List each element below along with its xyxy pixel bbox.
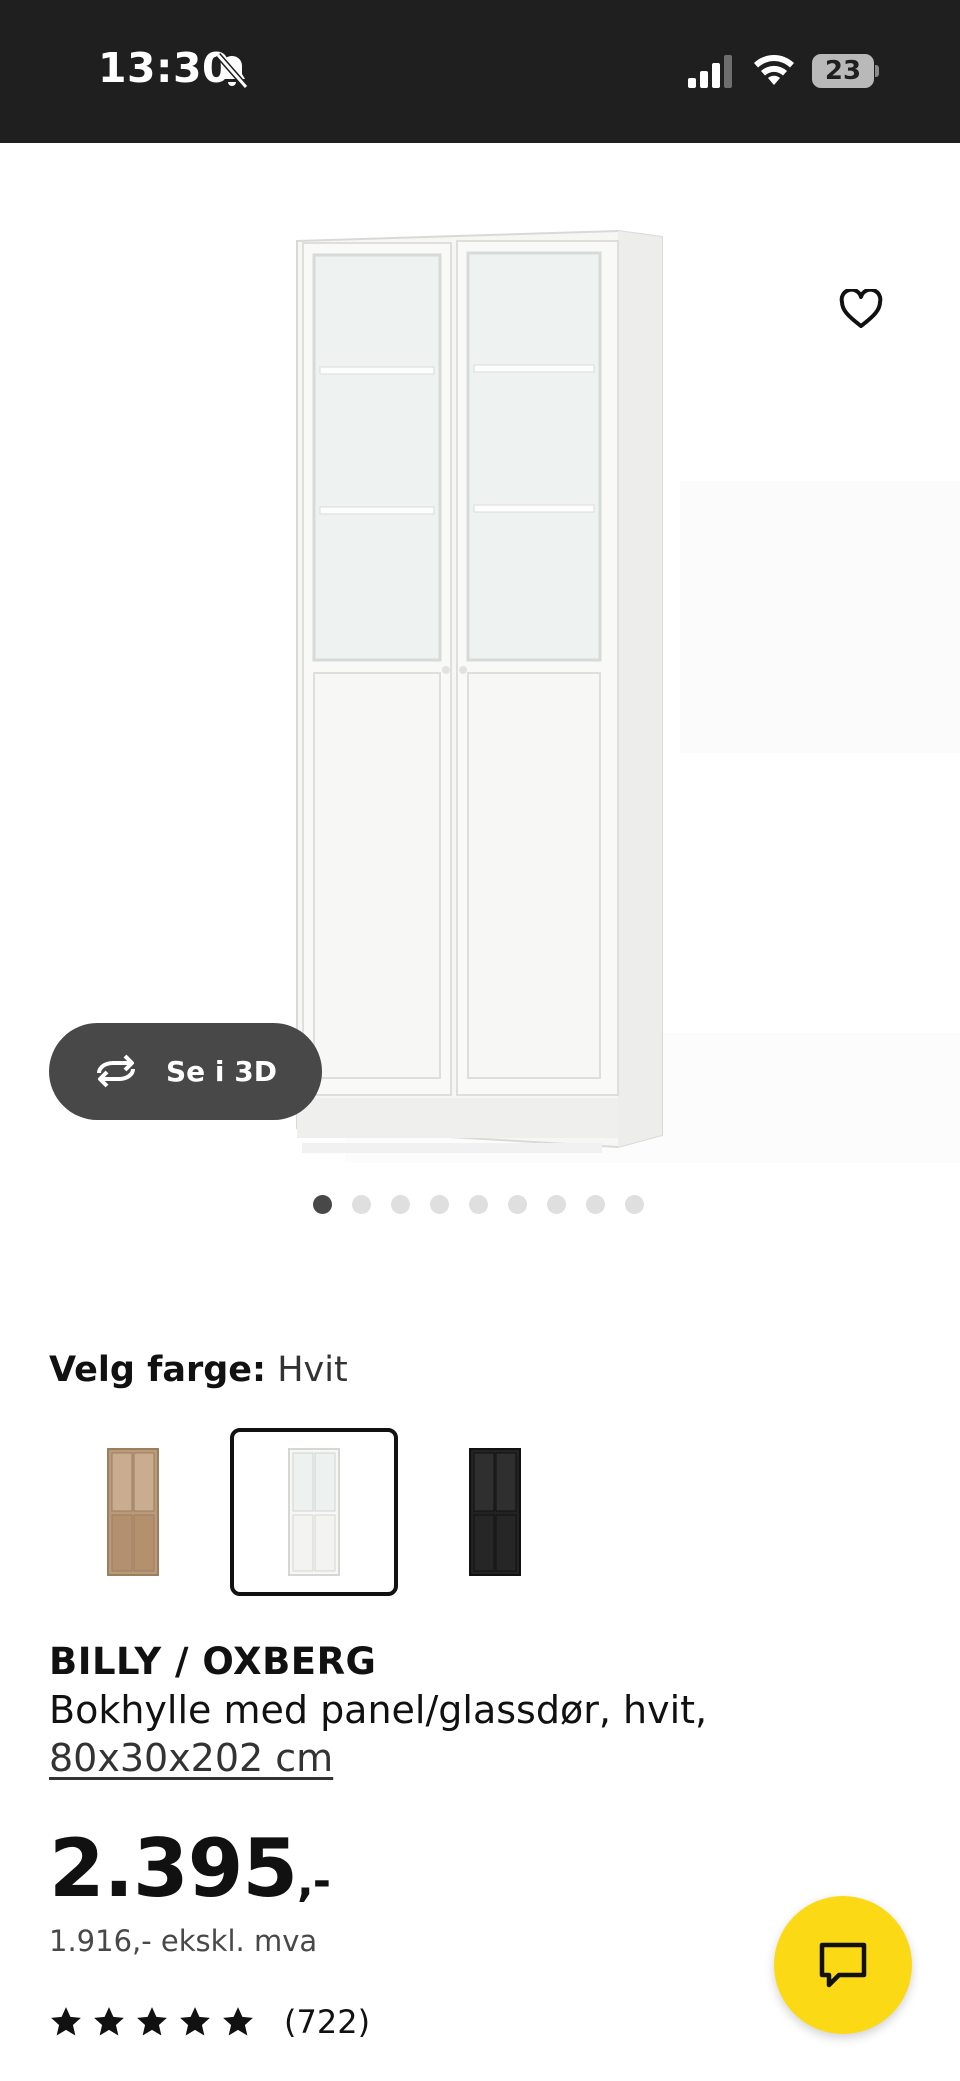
- gallery-dot[interactable]: [313, 1195, 332, 1214]
- price-value: 2.395: [49, 1822, 298, 1915]
- chat-button[interactable]: [774, 1896, 912, 2034]
- product-gallery[interactable]: Se i 3D: [0, 143, 960, 1214]
- bookcase-white-thumbnail: [288, 1448, 340, 1576]
- chat-icon: [819, 1942, 867, 1988]
- bookcase-oak-thumbnail: [107, 1448, 159, 1576]
- star-icon: [94, 2007, 124, 2036]
- signal-icon: [688, 55, 732, 88]
- view-3d-label: Se i 3D: [166, 1055, 277, 1088]
- star-icon: [223, 2007, 253, 2036]
- bookcase-black-thumbnail: [469, 1448, 521, 1576]
- star-icon: [137, 2007, 167, 2036]
- color-option-oak[interactable]: [49, 1428, 217, 1596]
- color-option-black[interactable]: [411, 1428, 579, 1596]
- gallery-pagination: [0, 1195, 960, 1215]
- star-icon: [51, 2007, 81, 2036]
- gallery-dot[interactable]: [469, 1195, 488, 1214]
- gallery-dot[interactable]: [352, 1195, 371, 1214]
- color-label-value: Hvit: [277, 1350, 348, 1390]
- product-name: BILLY / OXBERG: [49, 1640, 377, 1683]
- battery-level: 23: [824, 56, 862, 86]
- wifi-icon: [754, 55, 794, 85]
- product-rating[interactable]: (722): [49, 2000, 370, 2044]
- color-selector-label: Velg farge: Hvit: [49, 1350, 348, 1390]
- gallery-dot[interactable]: [586, 1195, 605, 1214]
- view-3d-button[interactable]: Se i 3D: [49, 1023, 322, 1120]
- rotate-3d-icon: [97, 1054, 135, 1088]
- price-excl-vat: 1.916,- ekskl. mva: [49, 1924, 318, 1958]
- bell-slash-icon: [215, 53, 249, 89]
- gallery-dot[interactable]: [430, 1195, 449, 1214]
- gallery-dot[interactable]: [391, 1195, 410, 1214]
- gallery-dot[interactable]: [547, 1195, 566, 1214]
- star-icon: [180, 2007, 210, 2036]
- gallery-dot[interactable]: [508, 1195, 527, 1214]
- product-size-link[interactable]: 80x30x202 cm: [49, 1736, 333, 1780]
- color-label-key: Velg farge:: [49, 1350, 267, 1390]
- battery-icon: 23: [812, 54, 879, 88]
- price-suffix: ,-: [297, 1856, 331, 1907]
- gallery-dot[interactable]: [625, 1195, 644, 1214]
- color-option-white[interactable]: [230, 1428, 398, 1596]
- favorite-button[interactable]: [832, 280, 890, 338]
- product-description: Bokhylle med panel/glassdør, hvit,: [49, 1688, 708, 1732]
- heart-icon: [839, 289, 883, 328]
- product-price: 2.395,-: [49, 1822, 331, 1915]
- status-time: 13:30: [98, 44, 232, 92]
- status-bar: 13:30 23: [0, 0, 960, 143]
- rating-count: (722): [284, 2003, 371, 2041]
